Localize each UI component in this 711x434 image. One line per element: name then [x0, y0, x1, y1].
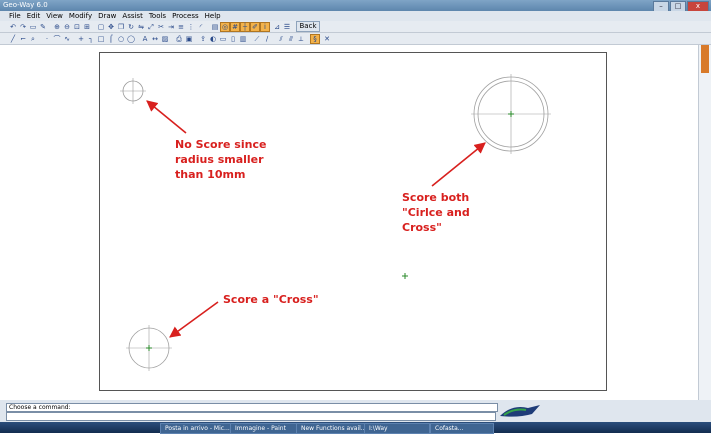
drawing-geometry — [120, 74, 551, 371]
annotation-no-score: No Score since radius smaller than 10mm — [175, 137, 266, 182]
annotation-line: No Score since — [175, 138, 267, 151]
taskbar: Posta in arrivo - Mic... Immagine - Pain… — [0, 422, 711, 434]
small-circle[interactable] — [120, 78, 146, 104]
arrow-score-cross — [169, 301, 219, 338]
annotation-score-cross: Score a "Cross" — [223, 293, 319, 306]
annotation-line: than 10mm — [175, 168, 246, 181]
annotation-line: Score both — [402, 191, 470, 204]
annotation-line: "Cirlce and — [402, 206, 470, 219]
annotation-score-both: Score both "Cirlce and Cross" — [402, 190, 470, 235]
cross-marker[interactable] — [402, 273, 408, 279]
annotation-line: Cross" — [402, 221, 442, 234]
taskbar-item[interactable]: Posta in arrivo - Mic... — [160, 423, 232, 434]
command-input[interactable] — [6, 412, 496, 421]
arrow-no-score — [146, 100, 187, 134]
command-prompt: Choose a command: — [6, 403, 498, 412]
taskbar-item[interactable]: Cofasta... — [430, 423, 494, 434]
large-circle[interactable] — [471, 74, 551, 154]
taskbar-item[interactable]: Immagine - Paint — [230, 423, 298, 434]
command-area: Choose a command: — [0, 400, 711, 422]
taskbar-item[interactable]: I:\Way — [364, 423, 430, 434]
arrow-score-both — [431, 142, 486, 187]
annotation-line: radius smaller — [175, 153, 264, 166]
taskbar-item[interactable]: New Functions avail... — [296, 423, 366, 434]
app-logo — [500, 405, 540, 417]
cross-circle[interactable] — [126, 325, 172, 371]
